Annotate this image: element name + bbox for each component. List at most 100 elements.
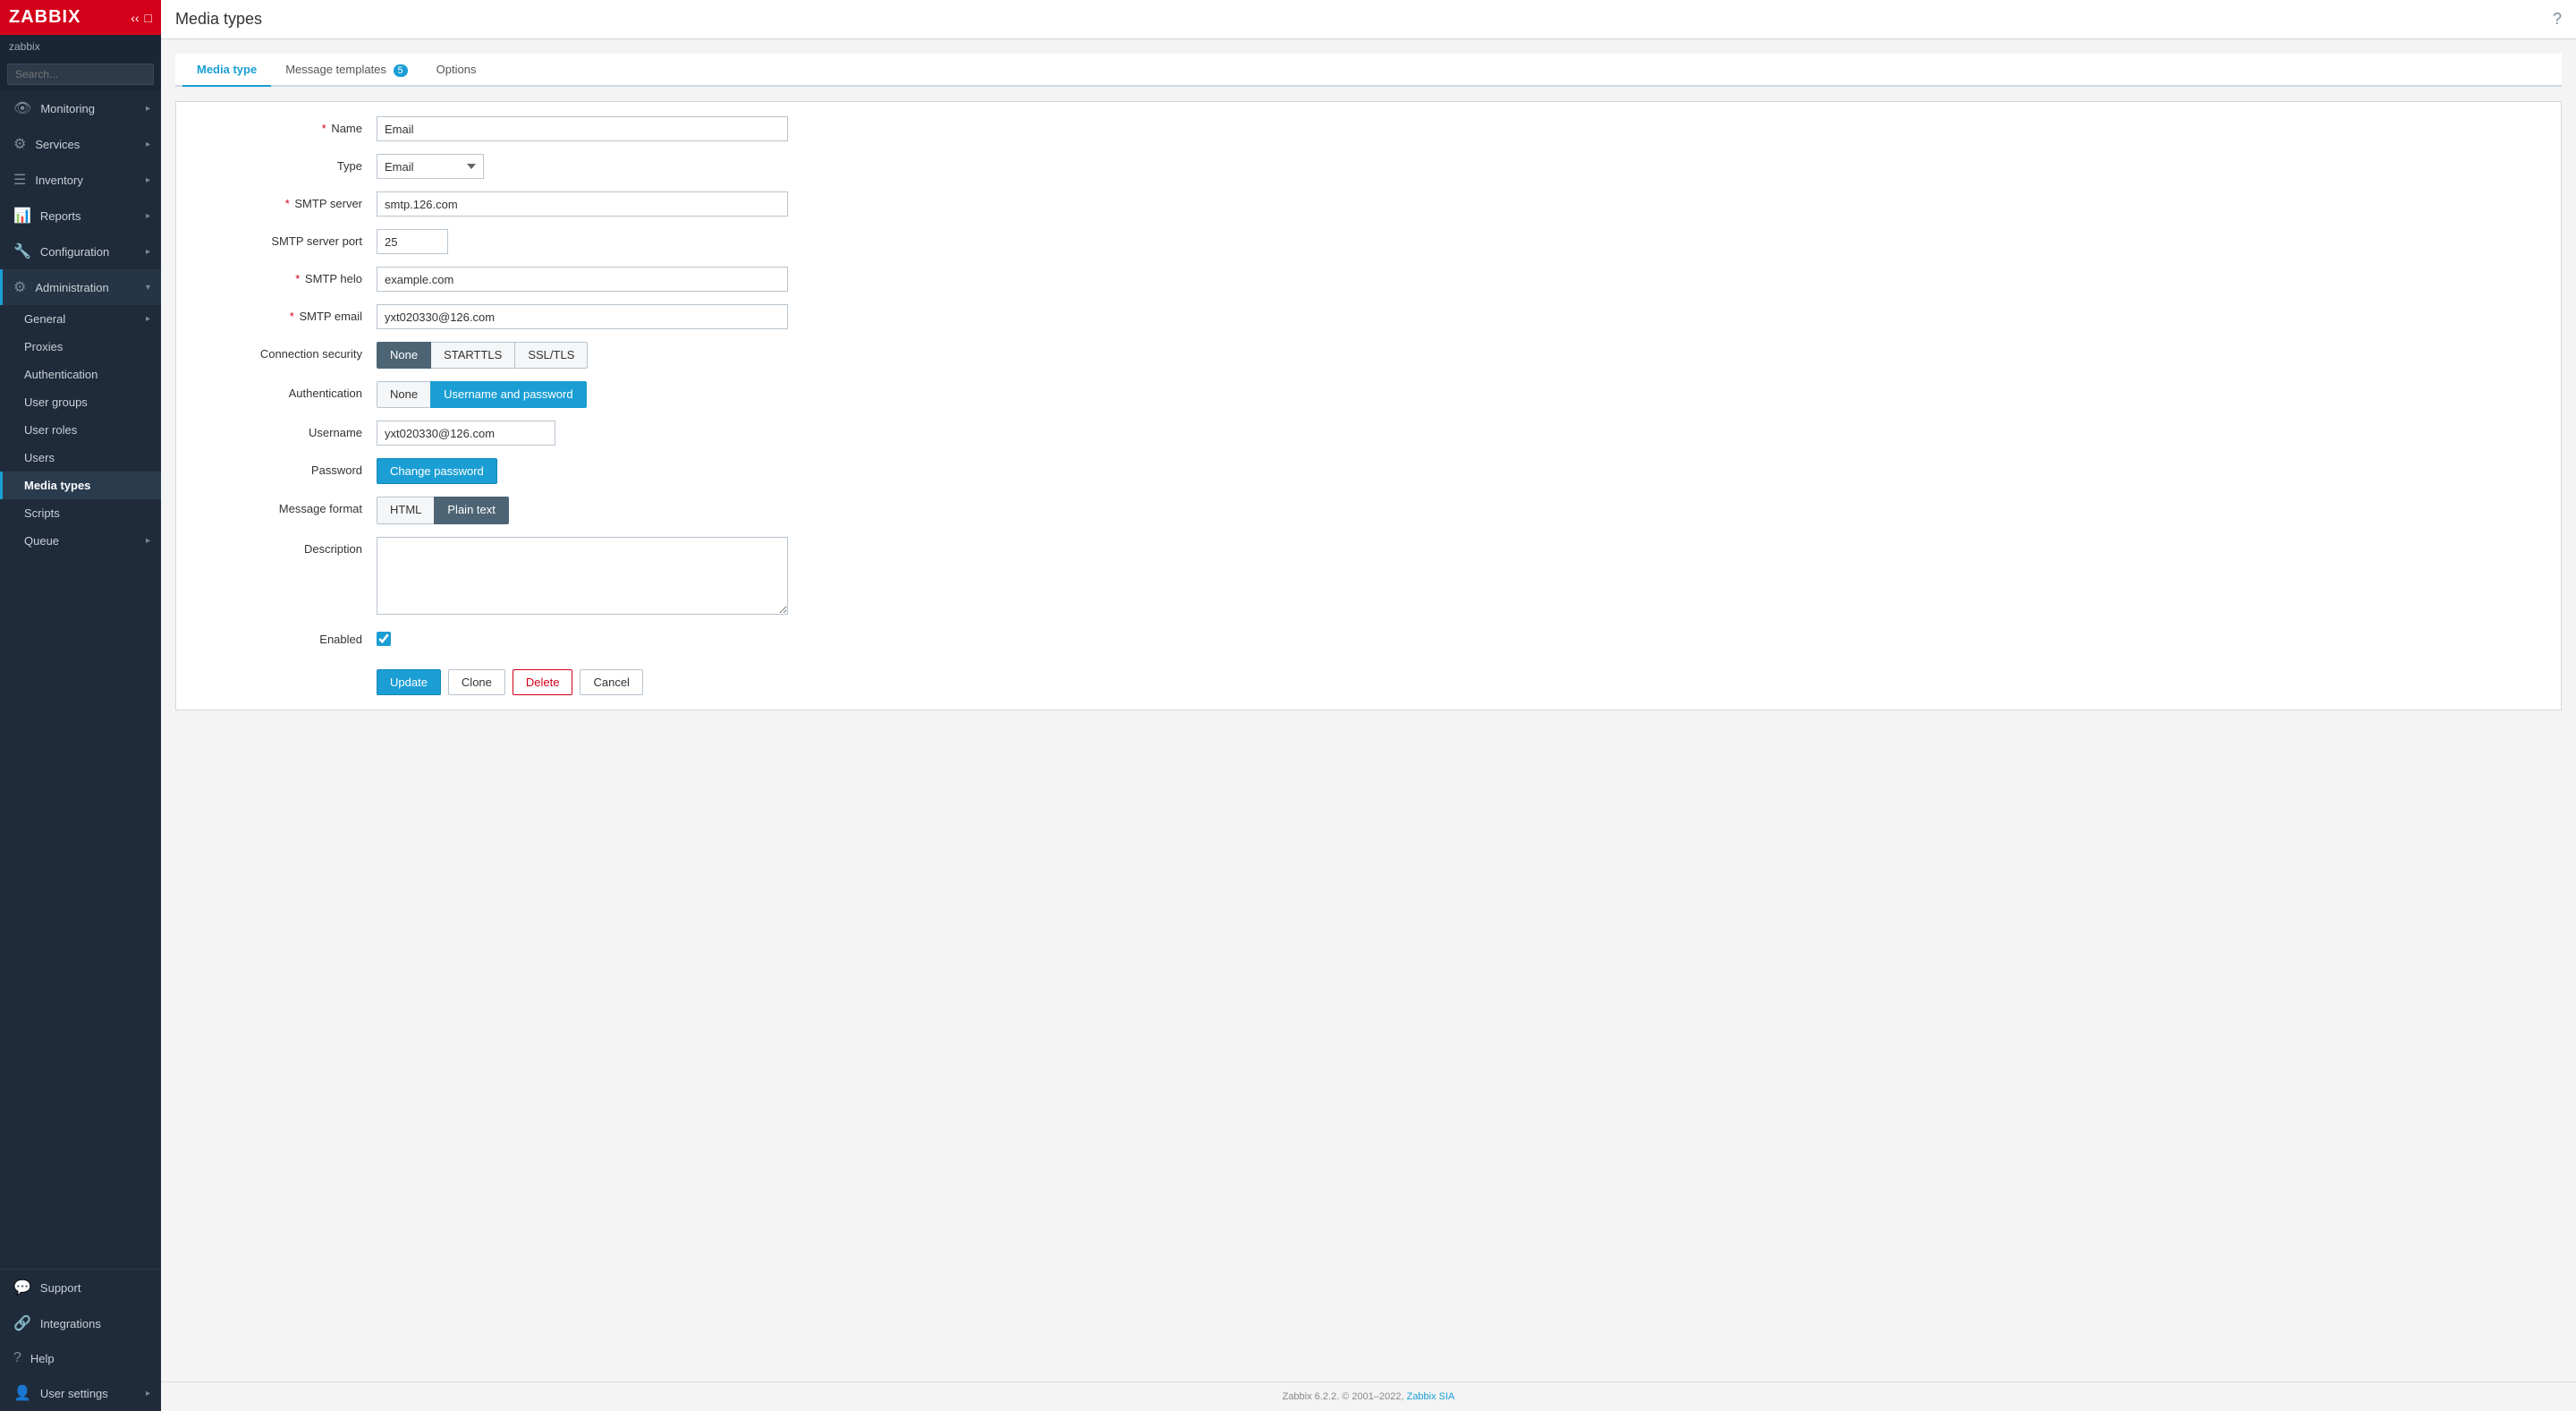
format-html-button[interactable]: HTML [377,497,435,523]
chevron-right-icon: ▸ [146,211,150,221]
sidebar-item-integrations[interactable]: 🔗 Integrations [0,1305,161,1341]
main-content: Media types ? Media type Message templat… [161,0,2576,1411]
sidebar-subitem-proxies[interactable]: Proxies [0,333,161,361]
chevron-right-icon: ▸ [146,247,150,257]
sub-item-label: Media types [24,479,90,492]
tab-media-type[interactable]: Media type [182,54,271,87]
connection-security-row: Connection security None STARTTLS SSL/TL… [198,342,2539,369]
sidebar-item-support[interactable]: 💬 Support [0,1270,161,1305]
sidebar-subitem-scripts[interactable]: Scripts [0,499,161,527]
collapse-icon[interactable]: ‹‹ [131,11,139,25]
description-row: Description [198,537,2539,615]
sidebar-subitem-general[interactable]: General ▸ [0,305,161,333]
sidebar-bottom: 💬 Support 🔗 Integrations ? Help 👤 User s… [0,1269,161,1411]
smtp-server-input[interactable] [377,191,788,217]
chevron-down-icon: ▾ [146,283,150,293]
connection-ssltls-button[interactable]: SSL/TLS [514,342,588,369]
required-marker: * [290,310,294,323]
sidebar-item-label: Support [40,1281,81,1295]
clone-button[interactable]: Clone [448,669,505,695]
auth-userpass-button[interactable]: Username and password [430,381,587,408]
sidebar-item-user-settings[interactable]: 👤 User settings ▸ [0,1375,161,1411]
password-label: Password [198,458,377,477]
delete-button[interactable]: Delete [513,669,573,695]
name-input[interactable] [377,116,788,141]
footer-link[interactable]: Zabbix SIA [1407,1391,1455,1402]
description-textarea[interactable] [377,537,788,615]
sidebar-subitem-authentication[interactable]: Authentication [0,361,161,388]
help-icon[interactable]: ? [2553,10,2562,29]
expand-icon[interactable]: □ [145,11,152,25]
smtp-port-input[interactable] [377,229,448,254]
smtp-port-label: SMTP server port [198,229,377,248]
sidebar-header: ZABBIX ‹‹ □ [0,0,161,35]
sidebar-subitem-queue[interactable]: Queue ▸ [0,527,161,555]
sub-item-label: Scripts [24,506,60,520]
sidebar-item-monitoring[interactable]: 👁 Monitoring ▸ [0,90,161,126]
chevron-right-icon: ▸ [146,175,150,185]
smtp-email-input[interactable] [377,304,788,329]
tab-bar: Media type Message templates 5 Options [175,54,2562,87]
sidebar-item-administration[interactable]: ⚙ Administration ▾ [0,269,161,305]
smtp-helo-label: * SMTP helo [198,267,377,285]
change-password-button[interactable]: Change password [377,458,497,484]
inventory-icon: ☰ [13,171,26,189]
sidebar-username: zabbix [0,35,161,58]
tab-message-templates[interactable]: Message templates 5 [271,54,421,87]
chevron-right-icon: ▸ [146,536,150,546]
chevron-right-icon: ▸ [146,140,150,149]
help-icon: ? [13,1350,21,1366]
search-input[interactable] [7,64,154,85]
update-button[interactable]: Update [377,669,441,695]
footer: Zabbix 6.2.2. © 2001–2022, Zabbix SIA [161,1381,2576,1411]
chevron-right-icon: ▸ [146,1389,150,1398]
cancel-button[interactable]: Cancel [580,669,642,695]
sidebar-item-label: Inventory [35,174,82,187]
reports-icon: 📊 [13,207,31,225]
footer-text: Zabbix 6.2.2. © 2001–2022, [1283,1391,1404,1402]
type-select[interactable]: Email SMS Script [377,154,484,179]
connection-security-label: Connection security [198,342,377,361]
sidebar-item-services[interactable]: ⚙ Services ▸ [0,126,161,162]
sidebar-subitem-user-groups[interactable]: User groups [0,388,161,416]
connection-starttls-button[interactable]: STARTTLS [430,342,515,369]
connection-security-group: None STARTTLS SSL/TLS [377,342,588,369]
sidebar-item-inventory[interactable]: ☰ Inventory ▸ [0,162,161,198]
sidebar-item-label: Monitoring [40,102,95,115]
sidebar-item-label: Configuration [40,245,109,259]
tab-options[interactable]: Options [422,54,491,87]
sidebar-subitem-users[interactable]: Users [0,444,161,472]
enabled-checkbox[interactable] [377,632,391,646]
tab-label: Media type [197,63,257,76]
sidebar-subitem-media-types[interactable]: Media types [0,472,161,499]
connection-none-button[interactable]: None [377,342,431,369]
sub-item-label: User roles [24,423,77,437]
smtp-server-label: * SMTP server [198,191,377,210]
auth-none-button[interactable]: None [377,381,431,408]
required-marker: * [285,197,290,210]
sidebar-subitem-user-roles[interactable]: User roles [0,416,161,444]
message-format-row: Message format HTML Plain text [198,497,2539,523]
username-input[interactable] [377,421,555,446]
sub-item-label: User groups [24,395,88,409]
enabled-row: Enabled [198,627,2539,646]
tab-label: Options [436,63,477,76]
monitoring-icon: 👁 [13,99,31,117]
password-row: Password Change password [198,458,2539,484]
tab-label: Message templates [285,63,386,76]
smtp-helo-input[interactable] [377,267,788,292]
sidebar-item-help[interactable]: ? Help [0,1341,161,1375]
sidebar-search-container [0,58,161,90]
format-plaintext-button[interactable]: Plain text [434,497,508,523]
sub-item-label: General [24,312,65,326]
sidebar-item-reports[interactable]: 📊 Reports ▸ [0,198,161,234]
smtp-helo-row: * SMTP helo [198,267,2539,292]
page-title: Media types [175,10,262,29]
sidebar-item-label: Integrations [40,1317,101,1330]
sidebar-item-configuration[interactable]: 🔧 Configuration ▸ [0,234,161,269]
badge-count: 5 [394,64,408,77]
authentication-group: None Username and password [377,381,587,408]
authentication-label: Authentication [198,381,377,400]
message-format-label: Message format [198,497,377,515]
required-marker: * [295,272,300,285]
